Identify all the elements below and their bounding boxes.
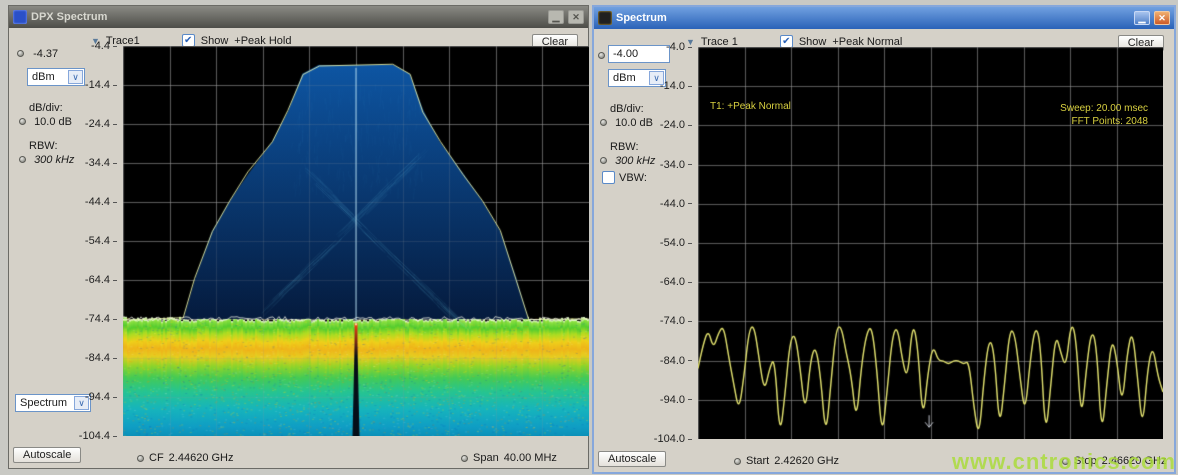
knob-icon[interactable] (600, 157, 607, 164)
db-div-row: 10.0 dB (600, 117, 653, 129)
unit-value: dBm (613, 72, 636, 84)
ref-level-value[interactable]: -4.37 (33, 48, 58, 60)
cf-value: 2.44620 GHz (169, 452, 234, 464)
unit-select[interactable]: dBm ∨ (608, 69, 666, 87)
rbw-value[interactable]: 300 kHz (34, 154, 74, 166)
y-axis-tick: -4.0 (666, 41, 692, 53)
knob-icon[interactable] (17, 50, 24, 57)
sweep-annotation: Sweep: 20.00 msec FFT Points: 2048 (1060, 102, 1148, 128)
ref-level-knob-row: -4.37 (17, 48, 58, 60)
knob-icon[interactable] (137, 455, 144, 462)
y-axis: -4.4-14.4-24.4-34.4-44.4-54.4-64.4-74.4-… (85, 46, 123, 436)
sweep-value: Sweep: 20.00 msec (1060, 102, 1148, 115)
cf-label: CF (149, 452, 164, 464)
dpx-app-icon (13, 10, 27, 24)
db-div-row: 10.0 dB (19, 116, 72, 128)
y-axis-tick: -34.0 (660, 159, 692, 171)
knob-icon[interactable] (734, 458, 741, 465)
y-axis-tick: -104.0 (654, 433, 692, 445)
spectrum-window-title: Spectrum (616, 12, 667, 24)
rbw-value[interactable]: 300 kHz (615, 155, 655, 167)
knob-icon[interactable] (461, 455, 468, 462)
start-frequency-readout[interactable]: Start 2.42620 GHz (734, 455, 839, 467)
span-readout[interactable]: Span 40.00 MHz (461, 452, 557, 464)
display-mode-select[interactable]: Spectrum ∨ (15, 394, 91, 412)
y-axis-tick: -64.0 (660, 276, 692, 288)
vbw-row: VBW: (602, 171, 647, 184)
detection-mode-label[interactable]: +Peak Normal (832, 36, 902, 48)
ref-level-value: -4.00 (613, 48, 638, 60)
y-axis-tick: -34.4 (85, 157, 117, 169)
close-button[interactable]: ✕ (568, 10, 584, 24)
knob-icon[interactable] (19, 118, 26, 125)
center-frequency-readout[interactable]: CF 2.44620 GHz (137, 452, 234, 464)
spectrum-window: Spectrum ▁ ✕ ▼ Trace 1 ✔ Show +Peak Norm… (592, 5, 1176, 474)
minimize-button[interactable]: ▁ (1134, 11, 1150, 25)
knob-icon[interactable] (19, 156, 26, 163)
start-value: 2.42620 GHz (774, 455, 839, 467)
y-axis-tick: -84.4 (85, 352, 117, 364)
y-axis-tick: -24.4 (85, 118, 117, 130)
detection-mode-label[interactable]: +Peak Hold (234, 35, 291, 47)
show-label: Show (201, 35, 229, 47)
unit-select[interactable]: dBm ∨ (27, 68, 85, 86)
y-axis: -4.0-14.0-24.0-34.0-44.0-54.0-64.0-74.0-… (660, 47, 698, 439)
start-label: Start (746, 455, 769, 467)
y-axis-tick: -104.4 (79, 430, 117, 442)
y-axis-tick: -84.0 (660, 355, 692, 367)
knob-icon[interactable] (600, 119, 607, 126)
fft-points-value: FFT Points: 2048 (1060, 115, 1148, 128)
rbw-row: 300 kHz (600, 155, 655, 167)
close-button[interactable]: ✕ (1154, 11, 1170, 25)
y-axis-tick: -44.0 (660, 198, 692, 210)
y-axis-tick: -4.4 (91, 40, 117, 52)
rbw-label: RBW: (610, 141, 639, 153)
dpx-display[interactable] (123, 46, 589, 436)
y-axis-tick: -24.0 (660, 119, 692, 131)
knob-icon[interactable] (598, 52, 605, 59)
autoscale-button[interactable]: Autoscale (13, 447, 81, 463)
db-div-value[interactable]: 10.0 dB (615, 117, 653, 129)
display-mode-value: Spectrum (20, 397, 67, 409)
span-label: Span (473, 452, 499, 464)
chevron-down-icon: ∨ (68, 70, 83, 84)
trace-selector-label[interactable]: Trace 1 (701, 36, 738, 48)
dpx-spectrum-window: DPX Spectrum ▁ ✕ ▼ Trace1 ✔ Show +Peak H… (8, 5, 589, 469)
vbw-label: VBW: (619, 172, 647, 184)
db-div-value[interactable]: 10.0 dB (34, 116, 72, 128)
t1-annotation: T1: +Peak Normal (710, 100, 791, 113)
unit-value: dBm (32, 71, 55, 83)
y-axis-tick: -94.4 (85, 391, 117, 403)
watermark: www.cntronics.com (952, 449, 1176, 475)
y-axis-tick: -64.4 (85, 274, 117, 286)
y-axis-tick: -74.4 (85, 313, 117, 325)
y-axis-tick: -94.0 (660, 394, 692, 406)
y-axis-tick: -44.4 (85, 196, 117, 208)
show-label: Show (799, 36, 827, 48)
y-axis-tick: -74.0 (660, 315, 692, 327)
spectrum-titlebar[interactable]: Spectrum ▁ ✕ (594, 7, 1174, 29)
db-div-label: dB/div: (29, 102, 63, 114)
autoscale-button[interactable]: Autoscale (598, 451, 666, 467)
rbw-row: 300 kHz (19, 154, 74, 166)
vbw-checkbox[interactable] (602, 171, 615, 184)
minimize-button[interactable]: ▁ (548, 10, 564, 24)
dpx-titlebar[interactable]: DPX Spectrum ▁ ✕ (9, 6, 588, 28)
rbw-label: RBW: (29, 140, 58, 152)
span-value: 40.00 MHz (504, 452, 557, 464)
spectrum-app-icon (598, 11, 612, 25)
dpx-window-title: DPX Spectrum (31, 11, 107, 23)
db-div-label: dB/div: (610, 103, 644, 115)
y-axis-tick: -14.4 (85, 79, 117, 91)
y-axis-tick: -14.0 (660, 80, 692, 92)
y-axis-tick: -54.0 (660, 237, 692, 249)
y-axis-tick: -54.4 (85, 235, 117, 247)
